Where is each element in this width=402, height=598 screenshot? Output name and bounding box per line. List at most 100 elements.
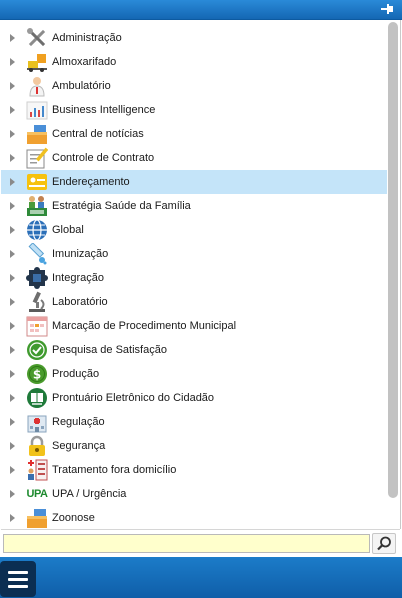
menu-item-label: Administração — [52, 32, 122, 44]
expand-arrow-icon[interactable] — [10, 106, 15, 114]
pin-icon[interactable] — [380, 3, 394, 15]
menu-item-label: Business Intelligence — [52, 104, 156, 116]
menu-item-label: Laboratório — [52, 296, 108, 308]
menu-item-ambulatorio[interactable]: Ambulatório — [1, 74, 387, 98]
menu-item-label: Segurança — [52, 440, 106, 452]
padlock-icon — [26, 435, 48, 457]
menu-item-zoonose[interactable]: Zoonose — [1, 506, 387, 529]
menu-item-business-intelligence[interactable]: Business Intelligence — [1, 98, 387, 122]
menu-item-imunizacao[interactable]: Imunização — [1, 242, 387, 266]
menu-item-pesquisa-de-satisfacao[interactable]: Pesquisa de Satisfação — [1, 338, 387, 362]
document-pen-icon — [26, 147, 48, 169]
microscope-icon — [26, 291, 48, 313]
search-row — [1, 529, 400, 557]
menu-item-label: Imunização — [52, 248, 109, 260]
expand-arrow-icon[interactable] — [10, 322, 15, 330]
menu-item-estrategia-saude-da-familia[interactable]: Estratégia Saúde da Família — [1, 194, 387, 218]
module-menu: Administração Almoxarifado Ambulatório B… — [1, 26, 387, 529]
expand-arrow-icon[interactable] — [10, 274, 15, 282]
menu-item-label: Estratégia Saúde da Família — [52, 200, 191, 212]
expand-arrow-icon[interactable] — [10, 346, 15, 354]
menu-item-integracao[interactable]: Integração — [1, 266, 387, 290]
menu-item-laboratorio[interactable]: Laboratório — [1, 290, 387, 314]
expand-arrow-icon[interactable] — [10, 442, 15, 450]
menu-item-almoxarifado[interactable]: Almoxarifado — [1, 50, 387, 74]
menu-item-upa-urgencia[interactable]: UPA UPA / Urgência — [1, 482, 387, 506]
puzzle-icon — [26, 267, 48, 289]
search-icon — [377, 536, 391, 551]
calendar-icon — [26, 315, 48, 337]
doctor-icon — [26, 75, 48, 97]
menu-item-label: Central de notícias — [52, 128, 144, 140]
menu-item-producao[interactable]: $ Produção — [1, 362, 387, 386]
svg-text:$: $ — [33, 368, 41, 382]
expand-arrow-icon[interactable] — [10, 514, 15, 522]
bar-chart-icon — [26, 99, 48, 121]
menu-item-label: Endereçamento — [52, 176, 130, 188]
hamburger-icon — [8, 571, 28, 574]
scrollbar-thumb[interactable] — [388, 22, 398, 498]
expand-arrow-icon[interactable] — [10, 298, 15, 306]
expand-arrow-icon[interactable] — [10, 34, 15, 42]
dollar-icon: $ — [26, 363, 48, 385]
menu-item-label: Marcação de Procedimento Municipal — [52, 320, 237, 332]
forklift-icon — [26, 51, 48, 73]
menu-item-label: Prontuário Eletrônico do Cidadão — [52, 392, 215, 404]
menu-item-tratamento-fora-domicilio[interactable]: Tratamento fora domicílio — [1, 458, 387, 482]
expand-arrow-icon[interactable] — [10, 370, 15, 378]
expand-arrow-icon[interactable] — [10, 418, 15, 426]
module-menu-panel: Administração Almoxarifado Ambulatório B… — [1, 20, 401, 529]
family-icon — [26, 195, 48, 217]
menu-item-global[interactable]: Global — [1, 218, 387, 242]
expand-arrow-icon[interactable] — [10, 226, 15, 234]
menu-item-administracao[interactable]: Administração — [1, 26, 387, 50]
menu-item-enderecamento[interactable]: Endereçamento — [1, 170, 387, 194]
expand-arrow-icon[interactable] — [10, 202, 15, 210]
tools-icon — [26, 27, 48, 49]
menu-item-controle-de-contrato[interactable]: Controle de Contrato — [1, 146, 387, 170]
menu-item-label: Almoxarifado — [52, 56, 117, 68]
menu-item-marcacao-de-procedimento-municipal[interactable]: Marcação de Procedimento Municipal — [1, 314, 387, 338]
expand-arrow-icon[interactable] — [10, 58, 15, 66]
search-input[interactable] — [3, 534, 370, 553]
expand-arrow-icon[interactable] — [10, 250, 15, 258]
menu-toggle-button[interactable] — [0, 561, 36, 597]
menu-item-central-de-noticias[interactable]: Central de notícias — [1, 122, 387, 146]
menu-item-label: Integração — [52, 272, 104, 284]
menu-item-label: Tratamento fora domicílio — [52, 464, 177, 476]
globe-icon — [26, 219, 48, 241]
menu-item-label: UPA / Urgência — [52, 488, 127, 500]
bottom-bar — [0, 557, 402, 598]
menu-item-label: Regulação — [52, 416, 105, 428]
record-book-icon — [26, 387, 48, 409]
check-badge-icon — [26, 339, 48, 361]
expand-arrow-icon[interactable] — [10, 466, 15, 474]
boxes-icon — [26, 123, 48, 145]
menu-item-regulacao[interactable]: Regulação — [1, 410, 387, 434]
expand-arrow-icon[interactable] — [10, 394, 15, 402]
menu-scrollbar[interactable] — [387, 22, 399, 500]
top-bar — [0, 0, 402, 20]
upa-icon-text: UPA — [26, 488, 48, 500]
menu-item-label: Controle de Contrato — [52, 152, 155, 164]
expand-arrow-icon[interactable] — [10, 82, 15, 90]
expand-arrow-icon[interactable] — [10, 178, 15, 186]
syringe-icon — [26, 243, 48, 265]
menu-item-seguranca[interactable]: Segurança — [1, 434, 387, 458]
search-button[interactable] — [372, 533, 396, 554]
hamburger-icon — [8, 585, 28, 588]
menu-item-label: Global — [52, 224, 84, 236]
hamburger-icon — [8, 578, 28, 581]
hospital-icon — [26, 411, 48, 433]
boxes-icon — [26, 507, 48, 529]
address-card-icon — [26, 171, 48, 193]
menu-item-label: Produção — [52, 368, 100, 380]
menu-item-label: Pesquisa de Satisfação — [52, 344, 167, 356]
menu-item-label: Zoonose — [52, 512, 95, 524]
expand-arrow-icon[interactable] — [10, 130, 15, 138]
medical-transport-icon — [26, 459, 48, 481]
menu-item-prontuario-eletronico-do-cidadao[interactable]: Prontuário Eletrônico do Cidadão — [1, 386, 387, 410]
upa-icon: UPA — [26, 483, 48, 505]
expand-arrow-icon[interactable] — [10, 154, 15, 162]
expand-arrow-icon[interactable] — [10, 490, 15, 498]
